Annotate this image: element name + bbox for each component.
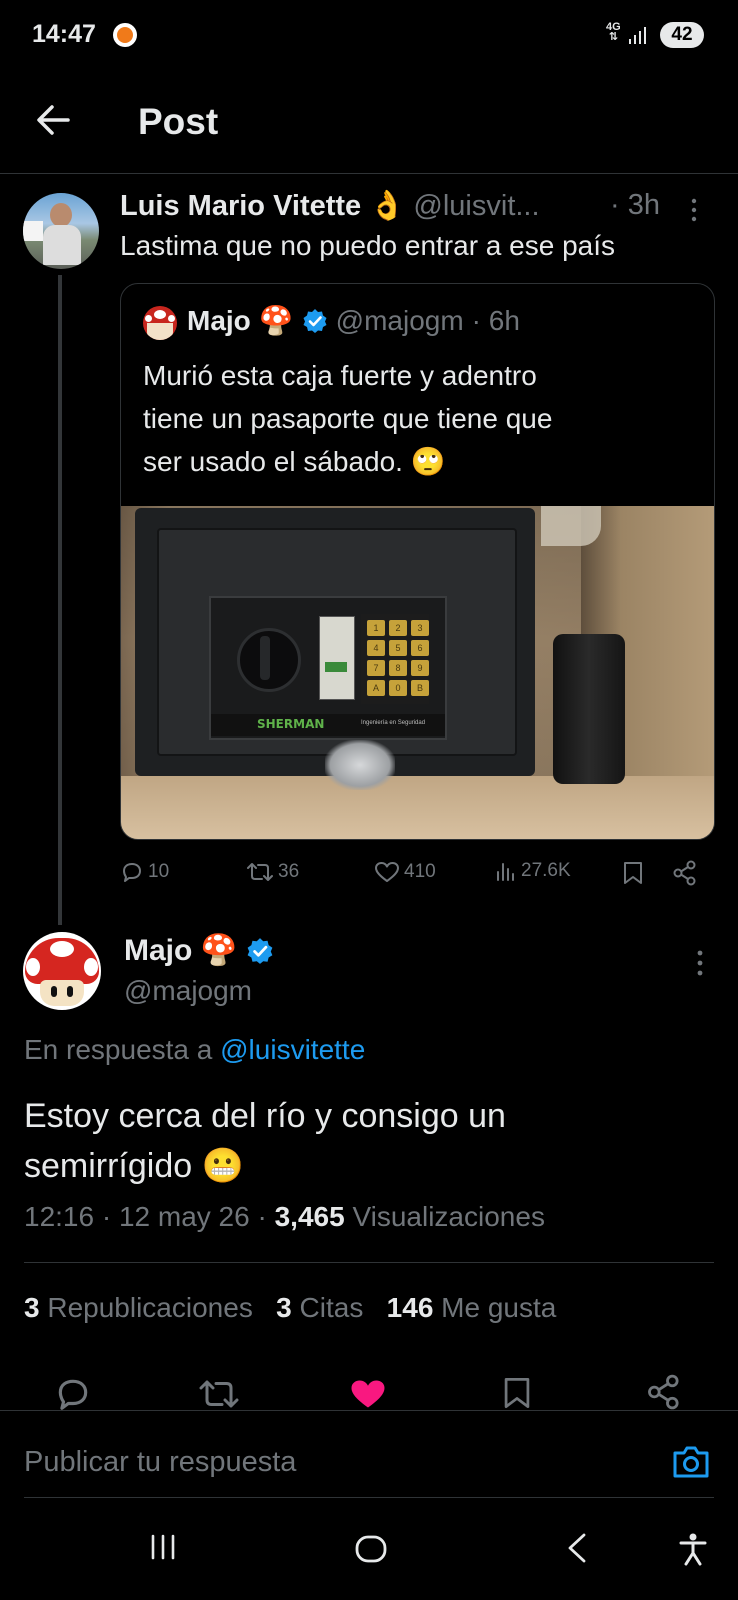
views-icon — [497, 863, 514, 881]
quoted-image[interactable]: 1 2 3 4 5 6 7 8 9 A 0 B SHERMAN Ingenier… — [121, 506, 714, 839]
back-button[interactable] — [564, 1532, 592, 1564]
battery-indicator: 42 — [660, 22, 704, 48]
avatar[interactable] — [23, 193, 99, 269]
main-verified-badge-icon — [246, 937, 274, 965]
quoted-time: · 6h — [471, 304, 520, 336]
main-author-name: Majo — [124, 933, 193, 967]
quoted-author-emoji: 🍄 — [258, 305, 294, 336]
share-icon — [648, 1374, 679, 1410]
main-more-options-icon[interactable] — [696, 950, 704, 976]
reply-stat[interactable]: 10 — [120, 860, 169, 884]
quoted-handle: @majogm — [335, 304, 464, 336]
quoted-text: Murió esta caja fuerte y adentro tiene u… — [143, 360, 553, 477]
parent-post-header: Luis Mario Vitette 👌 @luisvit... — [120, 189, 540, 223]
share-icon[interactable] — [672, 860, 698, 886]
views-count[interactable]: 3,465 — [275, 1201, 345, 1232]
main-post-author[interactable]: Majo 🍄 — [124, 933, 274, 968]
post-text: Lastima que no puedo entrar a ese país — [120, 230, 616, 261]
reply-icon — [58, 1379, 88, 1410]
heart-filled-icon — [351, 1380, 385, 1408]
repost-stat[interactable]: 36 — [246, 860, 299, 884]
composer-divider — [0, 1410, 738, 1411]
views-label: Visualizaciones — [352, 1201, 545, 1232]
home-button[interactable] — [354, 1532, 388, 1566]
status-time: 14:47 — [32, 20, 96, 48]
reposts-count-link[interactable]: 3 Republicaciones — [24, 1292, 253, 1323]
composer-bottom-divider — [24, 1497, 714, 1498]
author-handle[interactable]: @luisvit... — [413, 190, 539, 222]
like-button[interactable] — [348, 1376, 388, 1412]
back-arrow-icon[interactable] — [34, 101, 72, 139]
safe-tagline: Ingeniería en Seguridad — [361, 720, 426, 726]
safe-brand: SHERMAN — [257, 717, 325, 731]
header-divider — [0, 173, 738, 174]
likes-count-link[interactable]: 146 Me gusta — [387, 1292, 557, 1323]
thread-line — [58, 275, 62, 925]
reply-context: En respuesta a @luisvitette — [24, 1034, 366, 1065]
divider — [24, 1262, 714, 1263]
bookmark-icon[interactable] — [622, 860, 644, 886]
heart-icon — [375, 862, 399, 882]
accessibility-icon[interactable] — [678, 1532, 708, 1566]
author-emoji: 👌 — [369, 190, 406, 222]
reply-button[interactable] — [54, 1375, 92, 1413]
page-title: Post — [138, 101, 219, 142]
engagement-counts: 3 Republicaciones 3 Citas 146 Me gusta — [24, 1292, 556, 1324]
author-name[interactable]: Luis Mario Vitette — [120, 190, 361, 222]
quotes-count-link[interactable]: 3 Citas — [276, 1292, 363, 1323]
quoted-avatar — [143, 306, 177, 340]
main-handle[interactable]: @majogm — [124, 975, 252, 1007]
reply-icon — [123, 863, 141, 882]
recent-apps-button[interactable] — [148, 1532, 178, 1562]
share-button[interactable] — [646, 1374, 682, 1410]
app-notification-icon — [113, 23, 137, 47]
cylinder-object — [553, 634, 625, 784]
quoted-post-card[interactable]: Majo 🍄 @majogm · 6h Murió esta caja fuer… — [120, 283, 715, 840]
quoted-author-name: Majo — [187, 304, 251, 336]
repost-icon — [199, 1380, 239, 1408]
camera-icon[interactable] — [672, 1444, 710, 1480]
keypad: 1 2 3 4 5 6 7 8 9 A 0 B — [361, 614, 429, 704]
signal-icon — [628, 25, 646, 45]
network-indicator: 4G ⇅ — [606, 21, 621, 43]
views-stat[interactable]: 27.6K — [495, 860, 571, 882]
repost-icon — [247, 863, 273, 881]
reply-to-link[interactable]: @luisvitette — [220, 1034, 365, 1065]
bookmark-button[interactable] — [502, 1374, 532, 1412]
repost-button[interactable] — [198, 1376, 240, 1412]
post-time: · 3h — [610, 189, 660, 221]
main-author-emoji: 🍄 — [200, 934, 238, 967]
like-stat[interactable]: 410 — [374, 860, 436, 884]
verified-badge-icon — [302, 308, 328, 334]
more-options-icon[interactable] — [690, 198, 698, 222]
reply-input[interactable]: Publicar tu respuesta — [24, 1446, 296, 1479]
main-avatar[interactable] — [23, 932, 101, 1010]
safe-body: 1 2 3 4 5 6 7 8 9 A 0 B SHERMAN Ingenier… — [135, 508, 535, 790]
main-post-text: Estoy cerca del río y consigo un semirrí… — [24, 1097, 506, 1185]
post-timestamp: 12:16 · 12 may 26 · — [24, 1201, 267, 1232]
bookmark-icon — [504, 1378, 530, 1408]
post-meta: 12:16 · 12 may 26 · 3,465 Visualizacione… — [24, 1201, 545, 1233]
